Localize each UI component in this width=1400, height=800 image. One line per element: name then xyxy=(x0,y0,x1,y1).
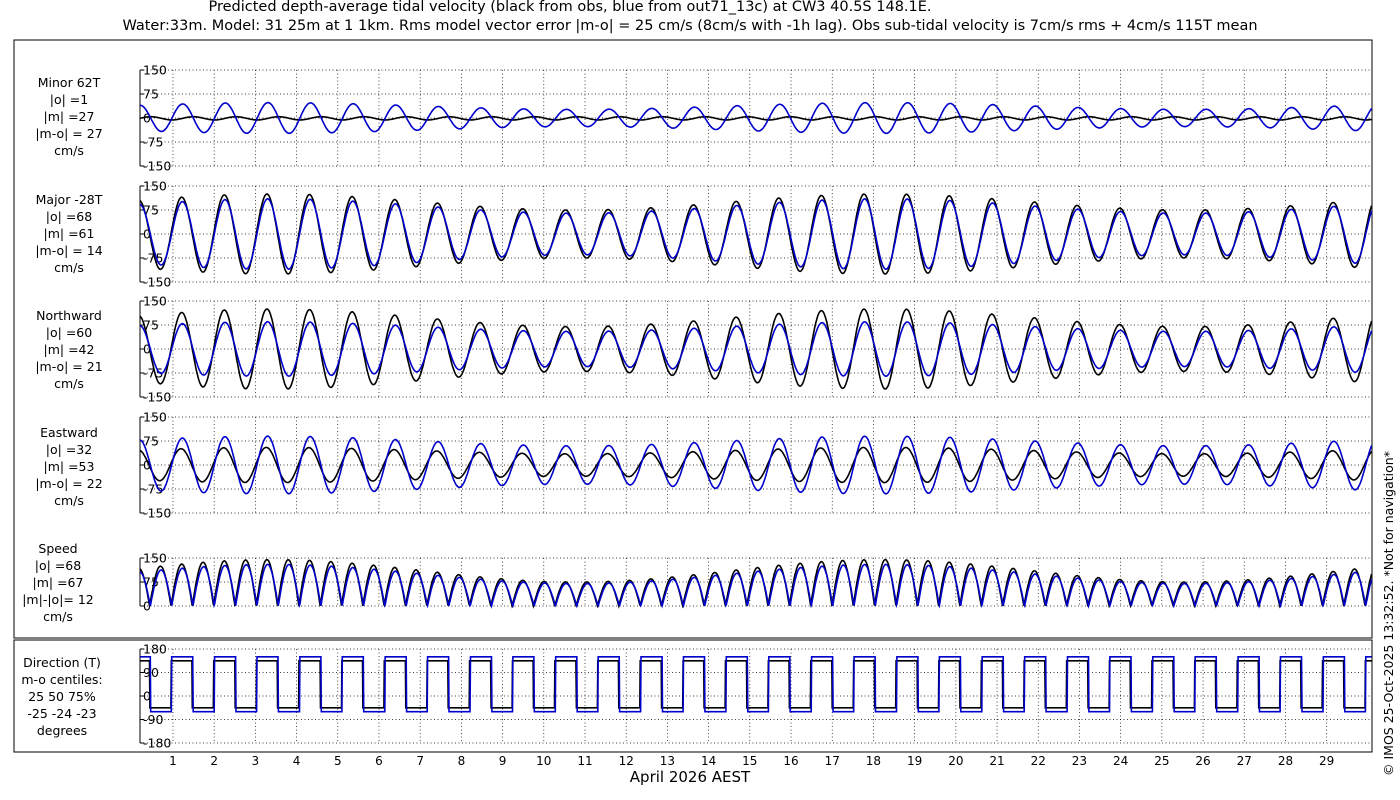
y-tick-label: -90 xyxy=(143,712,163,727)
x-tick-label: 19 xyxy=(907,754,922,768)
x-tick-label: 8 xyxy=(458,754,466,768)
label-line: |m| =61 xyxy=(43,226,95,241)
label-line: |m| =42 xyxy=(43,342,95,357)
x-tick-label: 7 xyxy=(416,754,424,768)
label-line: cm/s xyxy=(54,143,84,158)
model-series-line xyxy=(140,656,1372,713)
panel-label-major: Major -28T |o| =68 |m| =61 |m-o| = 14 cm… xyxy=(15,191,123,276)
obs-series-line xyxy=(139,115,1372,121)
panel-label-speed: Speed |o| =68 |m| =67 |m|-|o|= 12 cm/s xyxy=(4,540,112,625)
model-series-line xyxy=(139,563,1373,609)
x-tick-label: 4 xyxy=(293,754,301,768)
label-line: |m| =67 xyxy=(32,575,84,590)
y-tick-label: 180 xyxy=(143,642,167,657)
x-tick-label: 17 xyxy=(825,754,840,768)
y-tick-label: 150 xyxy=(143,551,167,566)
label-line: |m-o| = 21 xyxy=(35,359,103,374)
x-tick-label: 28 xyxy=(1278,754,1293,768)
x-tick-label: 16 xyxy=(783,754,798,768)
label-line: Northward xyxy=(36,308,102,323)
label-line: cm/s xyxy=(43,609,73,624)
panel-label-northward: Northward |o| =60 |m| =42 |m-o| = 21 cm/… xyxy=(15,307,123,392)
x-tick-label: 1 xyxy=(169,754,177,768)
label-line: |m|-|o|= 12 xyxy=(22,592,94,607)
x-tick-label: 10 xyxy=(536,754,551,768)
y-tick-label: -150 xyxy=(143,275,171,290)
x-tick-label: 2 xyxy=(210,754,218,768)
x-tick-label: 25 xyxy=(1154,754,1169,768)
label-line: |m-o| = 22 xyxy=(35,476,103,491)
y-tick-label: -180 xyxy=(143,736,171,751)
x-tick-label: 12 xyxy=(619,754,634,768)
x-tick-label: 20 xyxy=(948,754,963,768)
label-line: Minor 62T xyxy=(37,75,101,90)
x-tick-label: 18 xyxy=(866,754,881,768)
label-line: cm/s xyxy=(54,260,84,275)
x-tick-label: 14 xyxy=(701,754,716,768)
label-line: cm/s xyxy=(54,376,84,391)
x-tick-label: 29 xyxy=(1319,754,1334,768)
y-tick-label: -150 xyxy=(143,159,171,174)
x-tick-label: 21 xyxy=(989,754,1004,768)
y-tick-label: 150 xyxy=(143,179,167,194)
y-tick-label: -75 xyxy=(143,135,163,150)
label-line: |o| =68 xyxy=(34,558,82,573)
tidal-velocity-figure: -150-75075150-150-75075150-150-75075150-… xyxy=(13,39,1373,768)
label-line: |m-o| = 14 xyxy=(35,243,103,258)
y-tick-label: -150 xyxy=(143,390,171,405)
label-line: |o| =32 xyxy=(45,442,93,457)
label-line: Major -28T xyxy=(35,192,103,207)
label-line: -25 -24 -23 xyxy=(27,706,97,721)
y-tick-label: 150 xyxy=(143,410,167,425)
y-tick-label: -150 xyxy=(143,506,171,521)
x-tick-label: 5 xyxy=(334,754,342,768)
x-tick-label: 9 xyxy=(499,754,507,768)
label-line: degrees xyxy=(36,723,88,738)
label-line: |o| =60 xyxy=(45,325,93,340)
panel-label-direction: Direction (T) m-o centiles: 25 50 75% -2… xyxy=(8,654,116,739)
obs-series-line xyxy=(140,660,1372,709)
label-line: m-o centiles: xyxy=(21,672,103,687)
y-tick-label: 150 xyxy=(143,294,167,309)
panel-label-minor: Minor 62T |o| =1 |m| =27 |m-o| = 27 cm/s xyxy=(15,74,123,159)
label-line: |m| =53 xyxy=(43,459,95,474)
label-line: |o| =68 xyxy=(45,209,93,224)
x-tick-label: 3 xyxy=(252,754,260,768)
x-tick-label: 15 xyxy=(742,754,757,768)
y-tick-label: 150 xyxy=(143,63,167,78)
label-line: Eastward xyxy=(40,425,98,440)
x-tick-label: 24 xyxy=(1113,754,1128,768)
label-line: 25 50 75% xyxy=(28,689,96,704)
panel-label-eastward: Eastward |o| =32 |m| =53 |m-o| = 22 cm/s xyxy=(15,424,123,509)
x-tick-label: 22 xyxy=(1031,754,1046,768)
label-line: Direction (T) xyxy=(23,655,101,670)
label-line: |m-o| = 27 xyxy=(35,126,103,141)
label-line: cm/s xyxy=(54,493,84,508)
x-tick-label: 23 xyxy=(1072,754,1087,768)
x-tick-label: 6 xyxy=(375,754,383,768)
x-tick-label: 11 xyxy=(577,754,592,768)
x-tick-label: 13 xyxy=(660,754,675,768)
x-tick-label: 27 xyxy=(1237,754,1252,768)
label-line: Speed xyxy=(38,541,78,556)
x-axis-label: April 2026 AEST xyxy=(629,768,751,786)
y-tick-label: 75 xyxy=(143,87,159,102)
x-tick-label: 26 xyxy=(1195,754,1210,768)
copyright-notice: © IMOS 25-Oct-2025 13:32:52. *Not for na… xyxy=(1381,451,1396,776)
label-line: |m| =27 xyxy=(43,109,95,124)
label-line: |o| =1 xyxy=(49,92,89,107)
y-tick-label: -75 xyxy=(143,482,163,497)
